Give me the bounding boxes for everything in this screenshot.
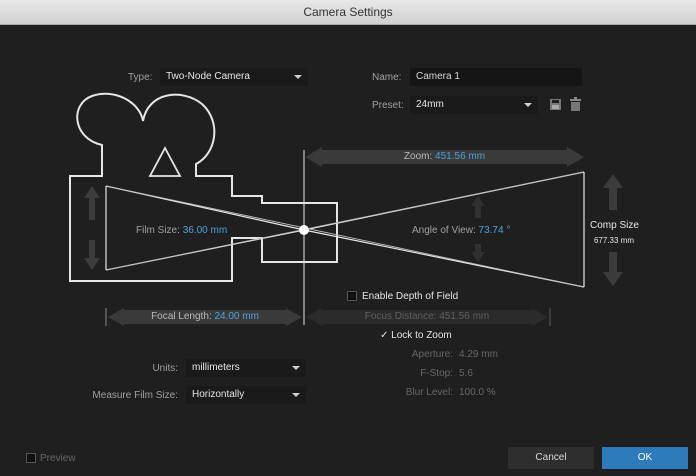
aperture-value: 4.29 mm [459,349,498,360]
type-label: Type: [128,72,153,83]
name-label: Name: [372,72,402,83]
type-dropdown[interactable]: Two-Node Camera [160,68,308,86]
zoom-label: Zoom: [403,151,433,162]
focus-distance-value: 451.56 mm [439,311,490,322]
chevron-down-icon [292,366,300,370]
lens-node [299,225,309,235]
depth-of-field-label: Enable Depth of Field [362,291,459,302]
save-preset-icon[interactable] [549,98,563,112]
zoom-band[interactable]: Zoom: 451.56 mm [320,150,569,164]
cross-line-b [105,171,585,271]
trash-icon[interactable] [569,97,583,112]
chevron-down-icon [292,393,300,397]
name-field[interactable]: Camera 1 [410,68,582,86]
comp-size-value: 677.33 mm [593,236,635,245]
check-icon: ✓ [380,330,389,341]
preview-checkbox[interactable] [26,453,36,463]
fstop-value: 5.6 [459,368,473,379]
zoom-value[interactable]: 451.56 mm [435,151,485,162]
film-size-label: Film Size: [136,225,180,236]
focus-distance-label: Focus Distance: [364,311,437,322]
angle-of-view-text: Angle of View: 73.74 ° [412,225,510,236]
measure-film-size-dropdown[interactable]: Horizontally [186,386,306,404]
measure-film-size-label: Measure Film Size: [92,390,178,401]
aperture-label: Aperture: [411,349,453,360]
units-dropdown[interactable]: millimeters [186,359,306,377]
preset-value: 24mm [416,99,444,110]
depth-of-field-checkbox[interactable] [347,291,357,301]
fstop-label: F-Stop: [420,368,453,379]
comp-size-label: Comp Size [590,220,639,231]
cross-line-a [105,185,585,288]
camera-triangle-icon [148,146,182,177]
focal-length-label: Focal Length: [151,311,212,322]
lock-to-zoom-checkbox[interactable]: ✓ Lock to Zoom [380,330,452,341]
preview-label: Preview [40,453,76,464]
measure-film-size-value: Horizontally [192,389,245,400]
ok-button[interactable]: OK [602,447,688,469]
chevron-down-icon [524,103,532,107]
lock-to-zoom-label: Lock to Zoom [391,330,452,341]
blur-level-label: Blur Level: [405,387,453,398]
focal-length-band[interactable]: Focal Length: 24.00 mm [124,310,286,324]
type-value: Two-Node Camera [166,71,250,82]
angle-of-view-value[interactable]: 73.74 ° [479,225,511,236]
blur-level-value: 100.0 % [459,387,496,398]
units-label: Units: [152,363,178,374]
units-value: millimeters [192,362,240,373]
angle-of-view-label: Angle of View: [412,225,476,236]
film-size-arrow [84,186,100,270]
preset-label: Preset: [372,100,404,111]
focal-length-value[interactable]: 24.00 mm [214,311,258,322]
chevron-down-icon [294,75,302,79]
film-size-value[interactable]: 36.00 mm [183,225,227,236]
focus-distance-band: Focus Distance: 451.56 mm [322,310,532,324]
preset-dropdown[interactable]: 24mm [410,96,538,114]
camera-settings-dialog: Camera Settings Type: Two-Node Camera Na… [0,0,696,476]
cancel-button[interactable]: Cancel [508,447,594,469]
film-size-text: Film Size: 36.00 mm [136,225,227,236]
